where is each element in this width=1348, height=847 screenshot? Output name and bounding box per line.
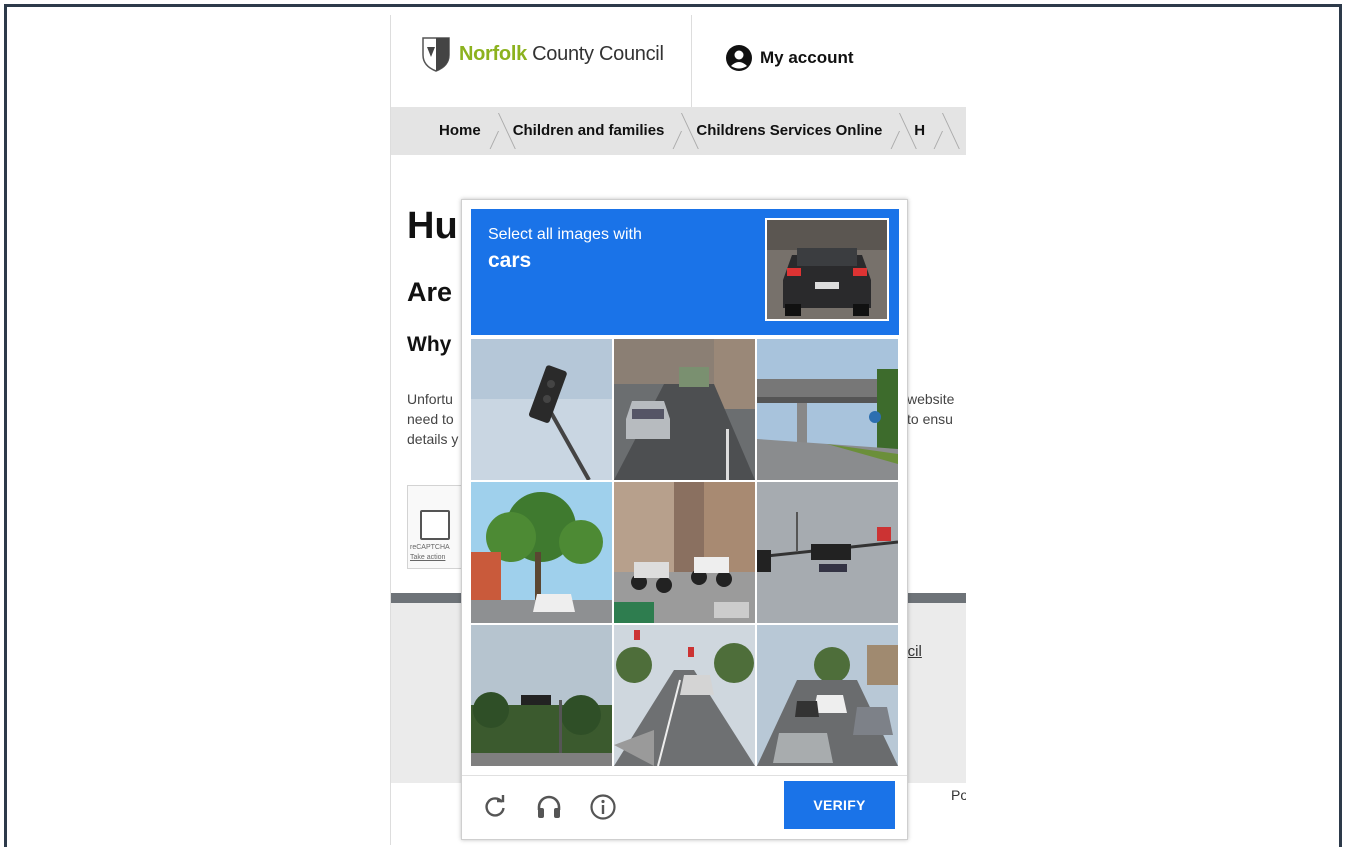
breadcrumb-current[interactable]: H — [900, 107, 943, 155]
captcha-tile[interactable] — [757, 625, 898, 766]
page-title: Hu — [407, 205, 458, 247]
info-icon — [589, 793, 617, 821]
info-button[interactable] — [586, 790, 620, 824]
breadcrumb-childrens-services[interactable]: Childrens Services Online — [682, 107, 900, 155]
recaptcha-widget: reCAPTCHA Take action — [407, 485, 467, 569]
intro-text-right: website to ensu — [907, 389, 954, 429]
shield-logo-icon — [421, 35, 451, 73]
captcha-tile[interactable] — [757, 339, 898, 480]
site-header: Norfolk County Council My account — [391, 15, 966, 107]
footer-text: Po — [951, 787, 966, 803]
recaptcha-brand: reCAPTCHA — [410, 544, 450, 551]
site-logo[interactable]: Norfolk County Council — [421, 35, 664, 73]
screenshot-frame: Norfolk County Council My account Home C… — [4, 4, 1342, 847]
section-heading: Why — [407, 333, 452, 356]
page-subtitle: Are — [407, 277, 453, 307]
logo-brand: Norfolk — [459, 42, 527, 65]
account-label: My account — [760, 48, 854, 67]
captcha-tile[interactable] — [471, 339, 612, 480]
reload-icon — [482, 794, 508, 820]
logo-text: Norfolk County Council — [459, 43, 664, 66]
captcha-tile[interactable] — [614, 339, 755, 480]
captcha-tile[interactable] — [614, 482, 755, 623]
intro-text-left: Unfortu need to details y — [407, 389, 465, 449]
para-line: Unfortu — [407, 391, 453, 407]
captcha-image-grid — [471, 339, 899, 766]
reload-button[interactable] — [478, 790, 512, 824]
account-icon — [726, 45, 752, 71]
breadcrumb: Home Children and families Childrens Ser… — [391, 107, 966, 155]
logo-rest: County Council — [526, 42, 664, 65]
captcha-prompt: Select all images with — [488, 226, 642, 243]
captcha-header: Select all images with cars — [471, 209, 899, 335]
para-line: need to — [407, 411, 454, 427]
captcha-footer: VERIFY — [462, 775, 907, 839]
verify-button[interactable]: VERIFY — [784, 781, 895, 829]
captcha-tile[interactable] — [471, 482, 612, 623]
captcha-sample-image — [765, 218, 889, 321]
recaptcha-checkbox[interactable] — [420, 510, 450, 540]
header-divider — [691, 15, 692, 107]
captcha-tile[interactable] — [757, 482, 898, 623]
recaptcha-take-action-link[interactable]: Take action — [410, 553, 450, 563]
captcha-tile[interactable] — [614, 625, 755, 766]
para-line: website — [907, 391, 955, 407]
captcha-target: cars — [488, 249, 532, 272]
breadcrumb-children[interactable]: Children and families — [499, 107, 683, 155]
audio-challenge-button[interactable] — [532, 790, 566, 824]
my-account-link[interactable]: My account — [726, 45, 854, 71]
audio-icon — [535, 793, 563, 821]
breadcrumb-home[interactable]: Home — [391, 107, 499, 155]
captcha-tile[interactable] — [471, 625, 612, 766]
para-line: details y — [407, 431, 459, 447]
para-line: to ensu — [907, 411, 953, 427]
captcha-challenge: Select all images with cars VERIFY — [461, 199, 908, 840]
recaptcha-label: reCAPTCHA Take action — [410, 543, 450, 563]
